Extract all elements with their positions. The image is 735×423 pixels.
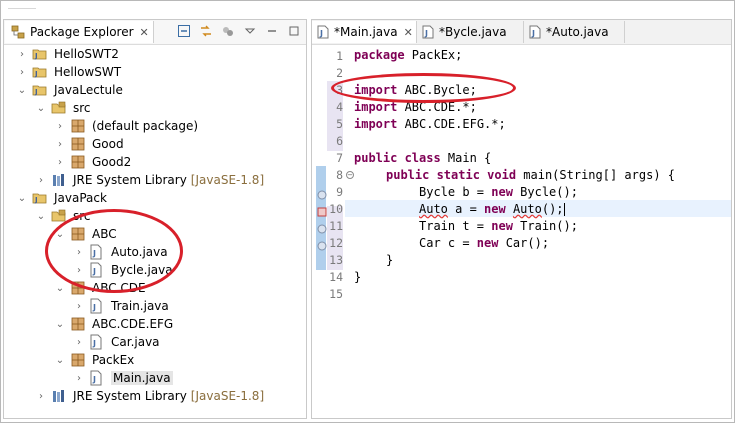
image-border [0, 0, 735, 423]
